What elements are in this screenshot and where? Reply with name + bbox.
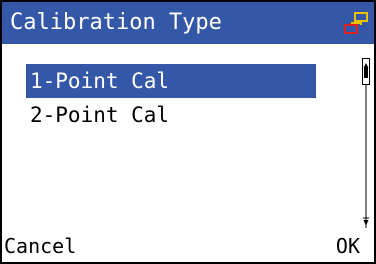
device-frame: Calibration Type 1-Point Cal 2-Point Cal… [0,0,376,264]
option-1-point-cal[interactable]: 1-Point Cal [26,64,316,98]
scroll-down-arrow-icon [363,220,369,226]
screen-title: Calibration Type [10,10,222,35]
device-screen: Calibration Type 1-Point Cal 2-Point Cal… [2,2,374,262]
cancel-softkey[interactable]: Cancel [4,232,76,260]
softkey-bar: Cancel OK [2,230,374,262]
network-icon [344,12,368,34]
ok-softkey[interactable]: OK [336,232,360,260]
option-2-point-cal[interactable]: 2-Point Cal [26,98,316,132]
calibration-type-list: 1-Point Cal 2-Point Cal [26,64,316,132]
title-bar: Calibration Type [2,2,374,44]
scrollbar[interactable] [362,58,370,228]
